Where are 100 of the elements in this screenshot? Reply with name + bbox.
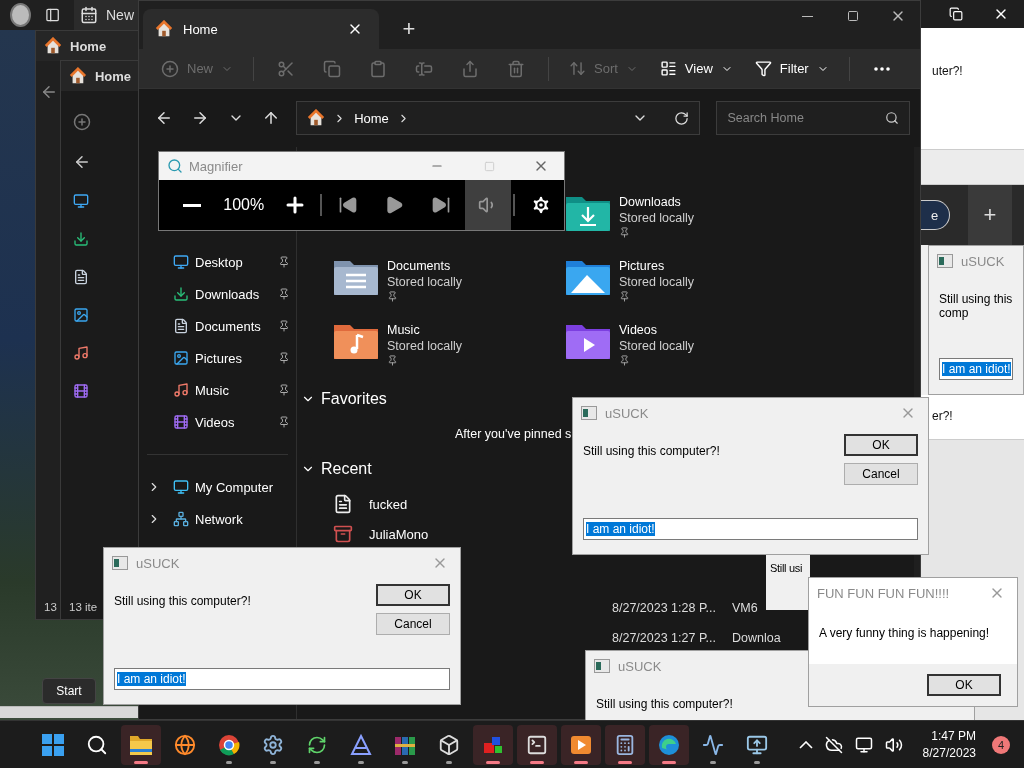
dialog-title: uSUCK bbox=[136, 555, 181, 571]
window-title: Magnifier bbox=[189, 158, 244, 174]
browser-button[interactable]: e bbox=[920, 200, 950, 230]
refresh-icon bbox=[674, 110, 690, 126]
music-icon bbox=[73, 345, 89, 361]
window-icon bbox=[581, 406, 597, 420]
input-field[interactable]: I am an idiot! bbox=[583, 518, 918, 540]
quick-access-item[interactable]: Downloads Stored locally bbox=[565, 193, 695, 238]
taskbar-button[interactable] bbox=[517, 724, 557, 765]
pin-icon bbox=[278, 384, 290, 396]
tab[interactable]: Home bbox=[143, 9, 379, 49]
window-icon bbox=[937, 254, 953, 268]
sidebar-item[interactable]: Pictures bbox=[139, 342, 296, 374]
film-icon bbox=[173, 414, 189, 430]
download-icon bbox=[73, 231, 89, 247]
document-icon bbox=[333, 494, 353, 514]
quick-access-item[interactable]: Music Stored locally bbox=[333, 321, 463, 366]
back-icon bbox=[73, 153, 91, 171]
home-icon bbox=[155, 20, 173, 38]
document-icon bbox=[73, 269, 89, 285]
notification-badge[interactable]: 4 bbox=[992, 735, 1010, 754]
monitor-icon bbox=[173, 479, 189, 495]
monitor-icon bbox=[746, 733, 768, 756]
sidebar-item[interactable]: Desktop bbox=[139, 246, 296, 278]
sync-icon bbox=[307, 734, 327, 755]
forward-icon bbox=[191, 109, 209, 127]
dialog-message: uter?! bbox=[932, 64, 963, 78]
sidebar-item[interactable]: Music bbox=[139, 374, 296, 406]
filter-button[interactable]: Filter bbox=[746, 54, 837, 83]
dialog-title: uSUCK bbox=[605, 405, 650, 421]
sidebar-item[interactable]: Videos bbox=[139, 406, 296, 438]
new-tab-button[interactable]: + bbox=[968, 185, 1012, 245]
ok-button[interactable]: OK bbox=[844, 434, 918, 456]
home-icon bbox=[69, 67, 87, 85]
taskbar-button[interactable] bbox=[561, 724, 601, 765]
plus-circle-icon bbox=[161, 59, 179, 78]
avatar[interactable] bbox=[10, 3, 31, 27]
restore-icon bbox=[949, 7, 963, 21]
cancel-button[interactable]: Cancel bbox=[844, 463, 918, 485]
round-logo-icon bbox=[218, 733, 240, 756]
sidebar-item[interactable]: Documents bbox=[139, 310, 296, 342]
input-field[interactable]: I am an idiot! bbox=[114, 668, 450, 690]
recent-item[interactable]: JuliaMono bbox=[333, 519, 429, 549]
input-field[interactable]: I am an idiot! bbox=[939, 358, 1013, 380]
dialog-message: Still usi bbox=[770, 562, 803, 574]
copy-icon bbox=[323, 59, 341, 78]
window-icon bbox=[594, 659, 610, 673]
swirl-icon bbox=[658, 733, 680, 756]
dialog-title: uSUCK bbox=[961, 253, 1006, 269]
window-icon bbox=[112, 556, 128, 570]
maximize-icon bbox=[846, 10, 859, 22]
section-header[interactable]: Recent bbox=[301, 455, 372, 483]
sidebar-item[interactable]: Downloads bbox=[139, 278, 296, 310]
tooltip: Start bbox=[42, 678, 96, 704]
view-button[interactable]: View bbox=[651, 54, 741, 83]
volume-icon bbox=[884, 735, 903, 754]
window-title: Home bbox=[70, 38, 107, 54]
quick-access-item[interactable]: Pictures Stored locally bbox=[565, 257, 695, 302]
sidebar-item[interactable]: My Computer bbox=[139, 471, 296, 503]
dialog-message: Still using this computer?! bbox=[583, 443, 720, 458]
search-field[interactable]: Search Home bbox=[716, 101, 910, 135]
ok-button[interactable]: OK bbox=[927, 674, 1001, 696]
sidebar-item[interactable]: Network bbox=[139, 503, 296, 535]
recent-item[interactable]: fucked bbox=[333, 489, 408, 519]
filter-icon bbox=[754, 60, 772, 77]
ok-button[interactable]: OK bbox=[376, 584, 450, 606]
dialog-message: A very funny thing is happening! bbox=[818, 625, 991, 642]
empty-message: After you've pinned s bbox=[455, 427, 572, 441]
browser-tab[interactable]: New bbox=[74, 0, 140, 30]
pin-icon bbox=[278, 288, 290, 300]
taskbar-button[interactable] bbox=[649, 724, 689, 765]
triangle-icon bbox=[350, 733, 372, 756]
breadcrumb[interactable]: Home bbox=[354, 110, 389, 126]
scissors-icon bbox=[277, 59, 295, 78]
monitor-icon bbox=[854, 735, 873, 754]
pin-icon bbox=[278, 256, 290, 268]
clock[interactable]: 1:47 PM 8/27/2023 bbox=[922, 729, 976, 760]
search-icon bbox=[86, 733, 108, 756]
address-bar[interactable]: Home bbox=[296, 101, 701, 135]
monitor-icon bbox=[73, 193, 89, 209]
zoom-level: 100% bbox=[222, 196, 266, 214]
quick-access-item[interactable]: Documents Stored locally bbox=[333, 257, 463, 302]
quick-access-item[interactable]: Videos Stored locally bbox=[565, 321, 695, 366]
new-tab-button[interactable]: + bbox=[387, 9, 431, 49]
cancel-button[interactable]: Cancel bbox=[376, 613, 450, 635]
section-header[interactable]: Favorites bbox=[301, 385, 387, 413]
calculator-icon bbox=[614, 733, 636, 756]
play-icon bbox=[384, 195, 405, 215]
home-icon bbox=[307, 109, 326, 127]
document-icon bbox=[173, 318, 189, 334]
more-icon bbox=[873, 66, 890, 71]
dialog-message: Still using this computer?! bbox=[114, 593, 251, 608]
share-icon bbox=[461, 59, 479, 78]
taskbar-button[interactable] bbox=[473, 724, 513, 765]
home-icon bbox=[44, 37, 62, 55]
read-from-here-button[interactable] bbox=[464, 180, 512, 230]
taskbar-button[interactable] bbox=[121, 724, 161, 765]
taskbar-button[interactable] bbox=[605, 724, 645, 765]
maximize-icon bbox=[483, 160, 495, 172]
picture-icon bbox=[73, 307, 89, 323]
